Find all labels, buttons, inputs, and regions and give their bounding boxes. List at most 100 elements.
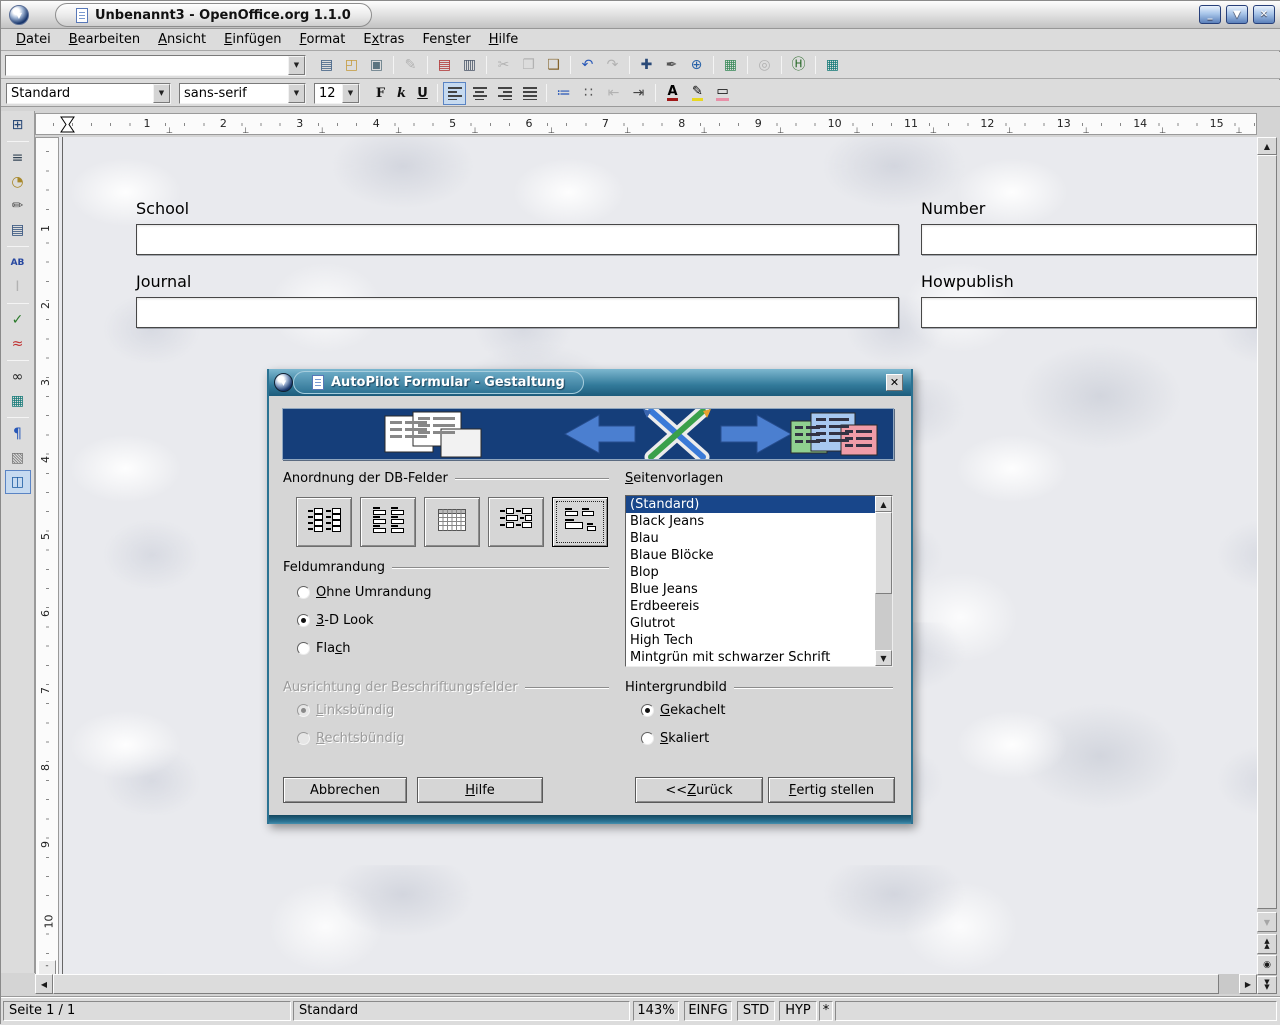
background-image-option-skaliert[interactable]: Skaliert xyxy=(641,730,709,746)
url-combobox[interactable]: ▼ xyxy=(5,55,306,76)
page-style-option[interactable]: Black Jeans xyxy=(626,513,892,530)
zur-ck-button[interactable]: << Zurück xyxy=(635,777,763,803)
scroll-up-button[interactable]: ▲ xyxy=(1257,137,1277,155)
edit-file-button[interactable]: ✎ xyxy=(399,54,422,77)
window-menu-button[interactable]: ▼ xyxy=(9,5,29,25)
spellcheck-button[interactable]: ✓ xyxy=(5,308,31,332)
navigator-button[interactable]: ✚ xyxy=(635,54,658,77)
cut-button[interactable]: ✂ xyxy=(492,54,515,77)
arrangement-columnar-labels-on-top-button[interactable] xyxy=(360,497,416,547)
arrangement-columnar-labels-left-button[interactable] xyxy=(296,497,352,547)
justify-button[interactable] xyxy=(518,82,541,105)
navigation-button[interactable]: ◉ xyxy=(1257,955,1277,975)
menu-ansicht[interactable]: Ansicht xyxy=(149,30,215,49)
copy-button[interactable]: ❐ xyxy=(517,54,540,77)
insert-button[interactable]: ⊞ xyxy=(5,113,31,137)
arrangement-as-data-sheet-button[interactable] xyxy=(424,497,480,547)
page-style-option[interactable]: Blaue Blöcke xyxy=(626,547,892,564)
number-field[interactable] xyxy=(921,224,1257,255)
menu-einf-gen[interactable]: Einfügen xyxy=(215,30,290,49)
font-name-input[interactable] xyxy=(180,84,288,103)
print-file-direct-button[interactable]: ▥ xyxy=(458,54,481,77)
chevron-down-icon[interactable]: ▼ xyxy=(342,84,359,103)
menu-format[interactable]: Format xyxy=(291,30,355,49)
autotext-button[interactable]: AB xyxy=(5,251,31,275)
page-style-option[interactable]: High Tech xyxy=(626,632,892,649)
redo-button[interactable]: ↷ xyxy=(601,54,624,77)
page-styles-listbox[interactable]: (Standard)Black JeansBlauBlaue BlöckeBlo… xyxy=(625,495,893,667)
field-border-option-flach[interactable]: Flach xyxy=(297,640,350,656)
url-input[interactable] xyxy=(6,56,288,75)
export-pdf-button[interactable]: ▤ xyxy=(433,54,456,77)
listbox-scroll-thumb[interactable] xyxy=(875,512,892,594)
background-image-option-gekachelt[interactable]: Gekachelt xyxy=(641,702,725,718)
vertical-scroll-thumb[interactable] xyxy=(1257,155,1277,909)
zoom-level[interactable]: 143% xyxy=(633,1001,679,1021)
menu-fenster[interactable]: Fenster xyxy=(413,30,479,49)
numbered-list-button[interactable]: ≔ xyxy=(552,82,575,105)
bold-button[interactable]: F xyxy=(370,83,391,104)
label-alignment-option-rechtsb-ndig[interactable]: Rechtsbündig xyxy=(297,730,405,746)
increase-indent-button[interactable]: ⇥ xyxy=(627,82,650,105)
page-style-option[interactable]: Blue Jeans xyxy=(626,581,892,598)
howpublish-field[interactable] xyxy=(921,297,1257,328)
page-style-option[interactable]: Glutrot xyxy=(626,615,892,632)
gallery-button[interactable]: ▦ xyxy=(719,54,742,77)
page-style-option[interactable]: Blop xyxy=(626,564,892,581)
modified-flag[interactable]: * xyxy=(819,1001,833,1021)
abbrechen-button[interactable]: Abbrechen xyxy=(283,777,407,803)
form-button[interactable]: ▤ xyxy=(5,218,31,242)
graphics-on-off-button[interactable]: ▧ xyxy=(5,446,31,470)
bullet-list-button[interactable]: ∷ xyxy=(577,82,600,105)
decrease-indent-button[interactable]: ⇤ xyxy=(602,82,625,105)
new-document-button[interactable]: ▤ xyxy=(315,54,338,77)
font-size-input[interactable] xyxy=(315,84,342,103)
horizontal-scrollbar[interactable]: ◀ ▶ xyxy=(35,974,1257,994)
page-style-option[interactable]: (Standard) xyxy=(626,496,892,513)
align-center-button[interactable] xyxy=(468,82,491,105)
insert-object-button[interactable]: ◔ xyxy=(5,170,31,194)
selection-mode-indicator[interactable]: STD xyxy=(737,1001,775,1021)
margin-marker-icon[interactable] xyxy=(60,116,75,136)
paragraph-style-combobox[interactable]: ▼ xyxy=(6,83,171,104)
data-sources-button[interactable]: ▦ xyxy=(5,389,31,413)
menu-extras[interactable]: Extras xyxy=(354,30,413,49)
chevron-down-icon[interactable]: ▼ xyxy=(288,84,305,103)
save-button[interactable]: ▣ xyxy=(365,54,388,77)
maximize-button[interactable]: ▼ xyxy=(1226,5,1248,24)
arrangement-in-blocks-labels-left-button[interactable] xyxy=(488,497,544,547)
paragraph-style-input[interactable] xyxy=(7,84,153,103)
menu-datei[interactable]: Datei xyxy=(7,30,60,49)
menu-hilfe[interactable]: Hilfe xyxy=(480,30,528,49)
previous-page-button[interactable]: ▲▲ xyxy=(1257,934,1277,954)
find-on-off-button[interactable]: ∞ xyxy=(5,365,31,389)
paragraph-background-button[interactable]: ▭ xyxy=(711,82,734,105)
chevron-down-icon[interactable]: ▼ xyxy=(153,84,170,103)
align-right-button[interactable] xyxy=(493,82,516,105)
vertical-ruler[interactable]: - 12345678910 xyxy=(35,137,59,979)
highlighting-button[interactable]: ✎ xyxy=(686,82,709,105)
nonprinting-characters-button[interactable]: ¶ xyxy=(5,422,31,446)
font-name-combobox[interactable]: ▼ xyxy=(179,83,306,104)
font-size-combobox[interactable]: ▼ xyxy=(314,83,360,104)
field-border-option-ohne-umrandung[interactable]: Ohne Umrandung xyxy=(297,584,432,600)
menu-bearbeiten[interactable]: Bearbeiten xyxy=(60,30,149,49)
next-page-button[interactable]: ▼▼ xyxy=(1257,976,1277,994)
show-draw-functions-button[interactable]: ✏ xyxy=(5,194,31,218)
scroll-down-button[interactable]: ▼ xyxy=(1257,912,1277,932)
dialog-menu-button[interactable]: ▼ xyxy=(274,373,293,392)
page-style-option[interactable]: Blau xyxy=(626,530,892,547)
insert-mode-indicator[interactable]: EINFG xyxy=(684,1001,732,1021)
hyperlink-dialog-button[interactable]: ⊕ xyxy=(685,54,708,77)
direct-cursor-button[interactable]: I xyxy=(5,275,31,299)
open-button[interactable]: ◰ xyxy=(340,54,363,77)
window-titlebar[interactable]: ▼ Unbenannt3 - OpenOffice.org 1.1.0 _▼✕ xyxy=(1,1,1280,29)
align-left-button[interactable] xyxy=(443,82,466,105)
hyperlink-bar-button[interactable]: Ⓗ xyxy=(787,54,810,77)
school-field[interactable] xyxy=(136,224,899,255)
scroll-right-button[interactable]: ▶ xyxy=(1239,974,1257,994)
underline-button[interactable]: U xyxy=(412,83,433,104)
online-layout-button[interactable]: ◫ xyxy=(5,470,31,494)
label-alignment-option-linksb-ndig[interactable]: Linksbündig xyxy=(297,702,394,718)
auto-spellcheck-button[interactable]: ≈ xyxy=(5,332,31,356)
